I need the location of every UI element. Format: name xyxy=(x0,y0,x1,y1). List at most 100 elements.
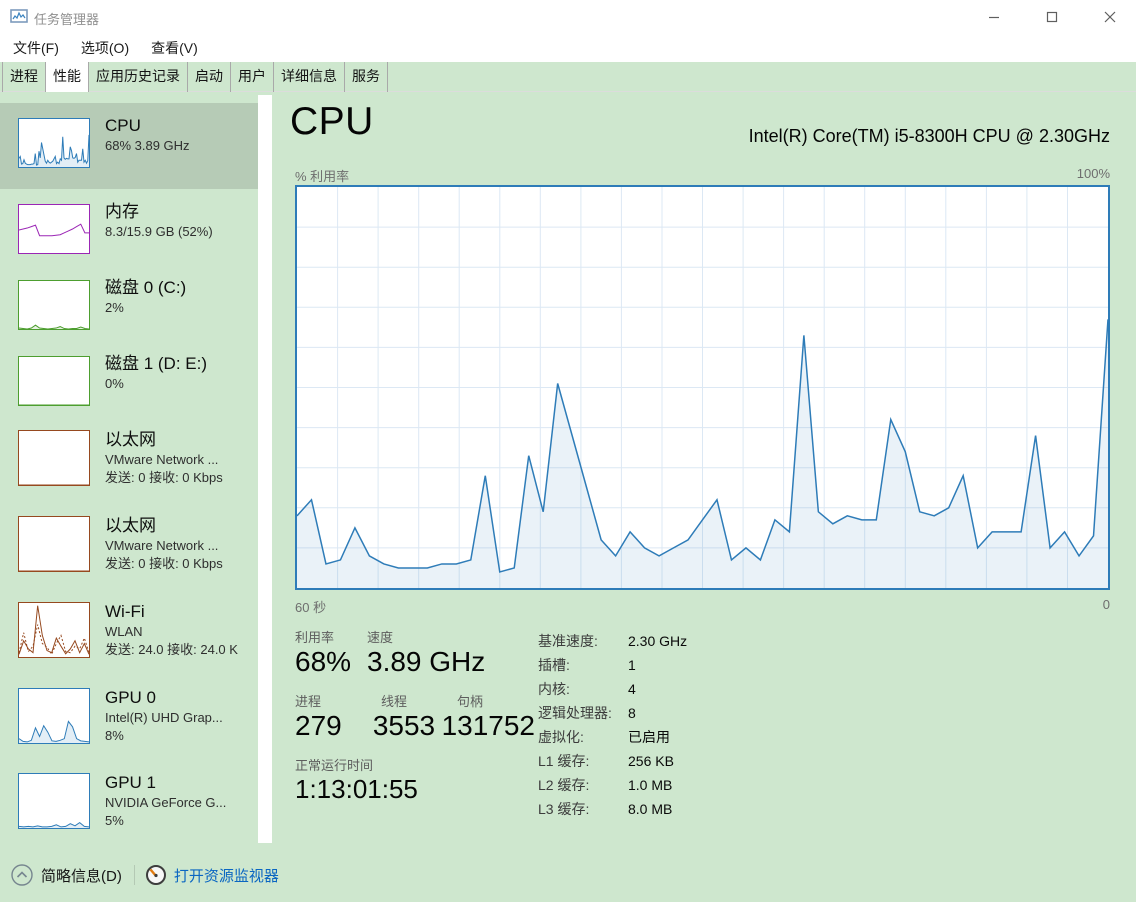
threads-label: 线程 xyxy=(381,694,408,709)
utilization-label: 利用率 xyxy=(295,630,335,645)
sidebar-gpu1-stats: 5% xyxy=(105,813,124,828)
tab-processes[interactable]: 进程 xyxy=(2,62,46,92)
base-speed-label: 基准速度: xyxy=(538,633,598,649)
sidebar-disk0-stats: 2% xyxy=(105,300,124,315)
sidebar-item-disk0[interactable]: 磁盘 0 (C:) 2% xyxy=(0,265,258,341)
l1-cache-label: L1 缓存: xyxy=(538,753,590,769)
sidebar-ethernet1-adapter: VMware Network ... xyxy=(105,452,219,467)
sidebar-item-ethernet1[interactable]: 以太网 VMware Network ... 发送: 0 接收: 0 Kbps xyxy=(0,417,258,503)
cpu-stats-left: 利用率 速度 68% 3.89 GHz 进程 线程 句柄 279 3553 13… xyxy=(295,627,535,804)
sidebar-item-ethernet2[interactable]: 以太网 VMware Network ... 发送: 0 接收: 0 Kbps xyxy=(0,503,258,589)
sidebar-disk1-stats: 0% xyxy=(105,376,124,391)
logical-processors-label: 逻辑处理器: xyxy=(538,705,612,721)
uptime-label: 正常运行时间 xyxy=(295,758,374,773)
l3-cache-label: L3 缓存: xyxy=(538,801,590,817)
tab-bar: 进程 性能 应用历史记录 启动 用户 详细信息 服务 xyxy=(0,62,1136,92)
sidebar-item-memory[interactable]: 内存 8.3/15.9 GB (52%) xyxy=(0,189,258,265)
tab-details[interactable]: 详细信息 xyxy=(274,62,345,92)
sidebar-disk0-title: 磁盘 0 (C:) xyxy=(105,278,187,297)
menu-bar: 文件(F) 选项(O) 查看(V) xyxy=(0,35,1136,62)
cpu-thumbnail xyxy=(18,118,90,168)
l3-cache-value: 8.0 MB xyxy=(628,801,673,817)
sidebar-wifi-adapter: WLAN xyxy=(105,624,143,639)
gpu0-thumbnail xyxy=(18,688,90,744)
performance-sidebar: CPU 68% 3.89 GHz 内存 8.3/15.9 GB (52%) 磁盘… xyxy=(0,103,258,845)
sidebar-wifi-stats: 发送: 24.0 接收: 24.0 K xyxy=(105,642,238,657)
tab-services[interactable]: 服务 xyxy=(345,62,388,92)
sidebar-cpu-title: CPU xyxy=(105,116,141,135)
x-axis-right-label: 0 xyxy=(1102,597,1110,612)
sidebar-ethernet2-title: 以太网 xyxy=(105,516,156,535)
handles-value: 131752 xyxy=(441,710,535,741)
task-manager-icon xyxy=(10,9,28,23)
speed-label: 速度 xyxy=(367,630,394,645)
threads-value: 3553 xyxy=(372,710,436,741)
sidebar-item-disk1[interactable]: 磁盘 1 (D: E:) 0% xyxy=(0,341,258,417)
sidebar-disk1-title: 磁盘 1 (D: E:) xyxy=(105,354,208,373)
sockets-value: 1 xyxy=(628,657,636,673)
sidebar-item-gpu0[interactable]: GPU 0 Intel(R) UHD Grap... 8% xyxy=(0,675,258,760)
sidebar-gpu0-adapter: Intel(R) UHD Grap... xyxy=(105,710,223,725)
cpu-stats-right: 基准速度: 2.30 GHz 插槽: 1 内核: 4 逻辑处理器: 8 虚拟化: 已启用 … xyxy=(538,629,687,821)
cores-label: 内核: xyxy=(538,681,570,697)
task-manager-window: 任务管理器 文件(F) 选项(O) 查看(V) 进程 性能 应用历史记录 启动 … xyxy=(0,0,1136,902)
uptime-value: 1:13:01:55 xyxy=(295,774,418,804)
speed-value: 3.89 GHz xyxy=(367,646,486,677)
handles-label: 句柄 xyxy=(457,694,484,709)
utilization-value: 68% xyxy=(295,646,352,677)
l1-cache-value: 256 KB xyxy=(628,753,674,769)
footer-divider xyxy=(133,865,135,885)
sidebar-ethernet1-title: 以太网 xyxy=(105,430,156,449)
sidebar-ethernet2-stats: 发送: 0 接收: 0 Kbps xyxy=(105,556,223,571)
collapse-details-label[interactable]: 简略信息(D) xyxy=(41,865,122,886)
minimize-button[interactable] xyxy=(971,0,1017,33)
resource-monitor-icon[interactable] xyxy=(145,864,167,886)
open-resource-monitor-link[interactable]: 打开资源监视器 xyxy=(174,865,279,886)
l2-cache-value: 1.0 MB xyxy=(628,777,673,793)
collapse-details-button[interactable] xyxy=(11,864,33,886)
disk1-thumbnail xyxy=(18,356,90,406)
sidebar-wifi-title: Wi-Fi xyxy=(105,602,145,621)
sidebar-item-gpu1[interactable]: GPU 1 NVIDIA GeForce G... 5% xyxy=(0,760,258,845)
window-title: 任务管理器 xyxy=(34,12,100,27)
sidebar-cpu-stats: 68% 3.89 GHz xyxy=(105,138,190,153)
sidebar-gpu1-adapter: NVIDIA GeForce G... xyxy=(105,795,227,810)
gpu1-thumbnail xyxy=(18,773,90,829)
y-axis-label: % 利用率 xyxy=(295,169,350,184)
cores-value: 4 xyxy=(628,681,636,697)
ethernet1-thumbnail xyxy=(18,430,90,486)
x-axis-left-label: 60 秒 xyxy=(295,600,327,615)
tab-users[interactable]: 用户 xyxy=(231,62,274,92)
footer-bar: 简略信息(D) 打开资源监视器 xyxy=(0,855,1136,895)
tab-startup[interactable]: 启动 xyxy=(188,62,231,92)
tab-performance[interactable]: 性能 xyxy=(46,62,89,92)
base-speed-value: 2.30 GHz xyxy=(628,633,688,649)
cpu-detail-panel: CPU Intel(R) Core(TM) i5-8300H CPU @ 2.3… xyxy=(290,100,1122,862)
title-bar: 任务管理器 xyxy=(0,0,1136,35)
virtualization-label: 虚拟化: xyxy=(538,729,584,745)
sidebar-scrollbar[interactable] xyxy=(258,95,272,843)
ethernet2-thumbnail xyxy=(18,516,90,572)
sidebar-ethernet1-stats: 发送: 0 接收: 0 Kbps xyxy=(105,470,223,485)
close-button[interactable] xyxy=(1087,0,1133,33)
virtualization-value: 已启用 xyxy=(628,729,670,745)
tab-app-history[interactable]: 应用历史记录 xyxy=(89,62,188,92)
processes-label: 进程 xyxy=(295,694,322,709)
menu-view[interactable]: 查看(V) xyxy=(140,35,209,62)
processes-value: 279 xyxy=(295,710,342,741)
sidebar-ethernet2-adapter: VMware Network ... xyxy=(105,538,219,553)
menu-options[interactable]: 选项(O) xyxy=(70,35,140,62)
cpu-model-name: Intel(R) Core(TM) i5-8300H CPU @ 2.30GHz xyxy=(748,126,1110,146)
l2-cache-label: L2 缓存: xyxy=(538,777,590,793)
sidebar-item-wifi[interactable]: Wi-Fi WLAN 发送: 24.0 接收: 24.0 K xyxy=(0,589,258,675)
sidebar-item-cpu[interactable]: CPU 68% 3.89 GHz xyxy=(0,103,258,189)
menu-file[interactable]: 文件(F) xyxy=(0,35,70,62)
maximize-button[interactable] xyxy=(1029,0,1075,33)
memory-thumbnail xyxy=(18,204,90,254)
disk0-thumbnail xyxy=(18,280,90,330)
sidebar-memory-stats: 8.3/15.9 GB (52%) xyxy=(105,224,213,239)
sockets-label: 插槽: xyxy=(538,657,570,673)
panel-title: CPU xyxy=(290,100,374,143)
cpu-utilization-chart xyxy=(295,185,1110,590)
wifi-thumbnail xyxy=(18,602,90,658)
